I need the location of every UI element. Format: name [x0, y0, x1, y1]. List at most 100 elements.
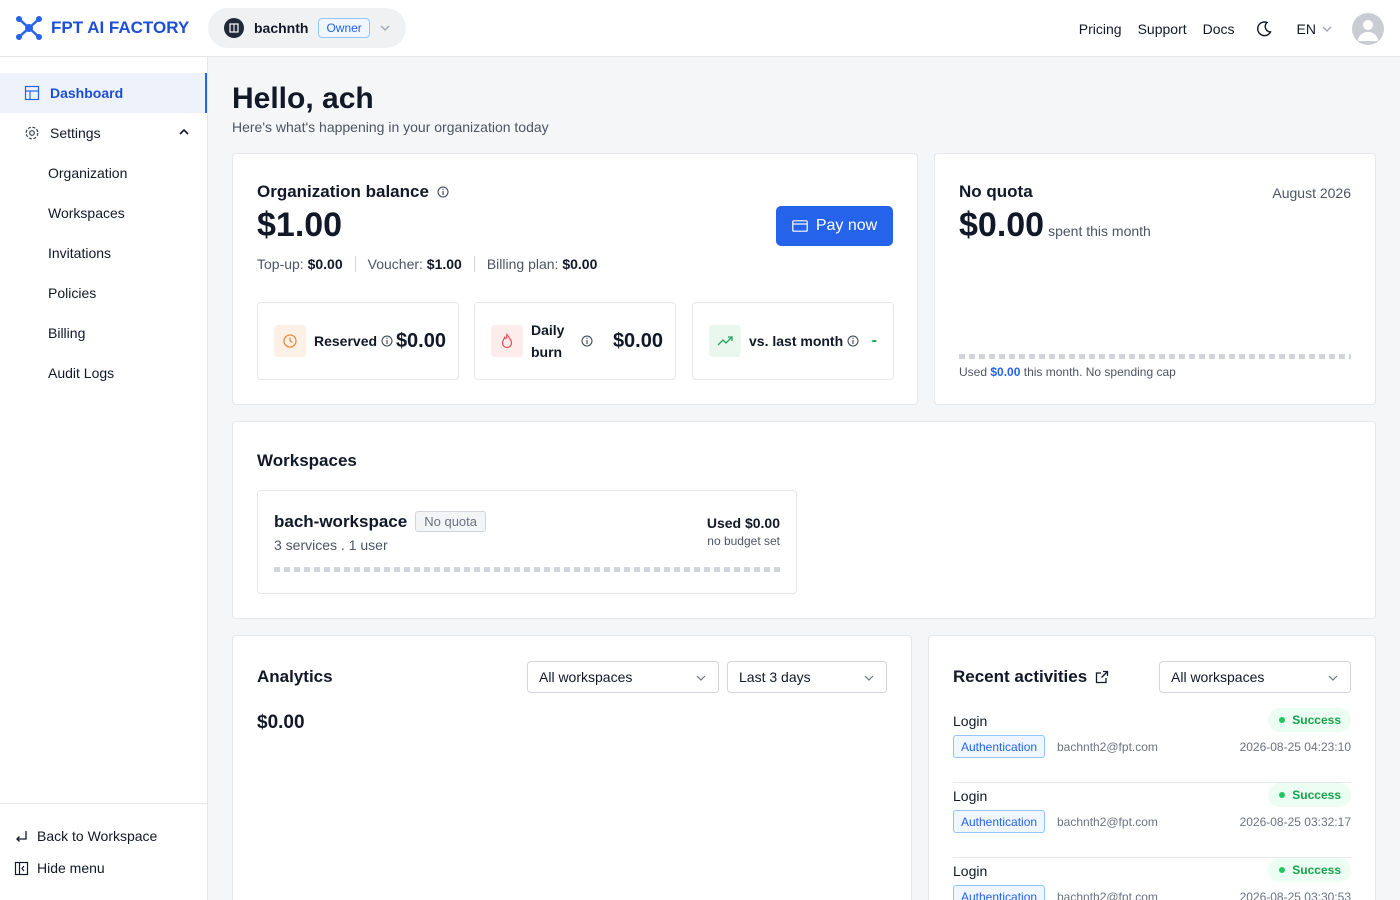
sidebar-item-label: Dashboard — [50, 85, 124, 101]
status-badge: Success — [1268, 783, 1351, 807]
language-label: EN — [1296, 20, 1316, 37]
quota-progress-bar — [959, 354, 1351, 359]
sidebar-item-policies[interactable]: Policies — [0, 273, 207, 313]
balance-breakdown: Top-up: $0.00 Voucher: $1.00 Billing pla… — [257, 256, 597, 272]
info-icon[interactable] — [437, 186, 449, 198]
analytics-workspace-select[interactable]: All workspaces — [527, 661, 719, 693]
reserved-label: Reserved — [314, 333, 378, 349]
category-badge: Authentication — [953, 735, 1046, 758]
workspace-budget: no budget set — [707, 534, 780, 548]
analytics-card: Analytics All workspaces Last 3 days $0.… — [232, 635, 912, 900]
recent-activities-card: Recent activities All workspaces Login S… — [928, 635, 1376, 900]
collapse-sidebar-icon — [14, 861, 29, 875]
chevron-down-icon — [864, 675, 874, 681]
user-silhouette-icon — [1358, 19, 1378, 41]
activity-row[interactable]: Login Success Authentication bachnth2@fp… — [953, 858, 1351, 900]
info-icon[interactable] — [381, 335, 393, 347]
user-avatar[interactable] — [1352, 12, 1384, 45]
activity-time: 2026-08-25 03:32:17 — [1239, 815, 1351, 829]
reserved-tile: Reserved $0.00 — [257, 302, 459, 380]
billing-plan-label: Billing plan: — [486, 256, 559, 272]
gear-icon — [25, 126, 39, 140]
info-icon[interactable] — [847, 335, 859, 347]
sidebar-item-audit-logs[interactable]: Audit Logs — [0, 353, 207, 393]
chevron-down-icon — [380, 25, 390, 31]
activity-title: Login — [953, 713, 988, 729]
sidebar-item-billing[interactable]: Billing — [0, 313, 207, 353]
category-badge: Authentication — [953, 810, 1046, 833]
pay-now-label: Pay now — [815, 217, 878, 234]
docs-link[interactable]: Docs — [1203, 21, 1235, 37]
org-switcher[interactable]: bachnth Owner — [208, 8, 406, 48]
billing-plan-value: $0.00 — [562, 256, 598, 272]
chevron-down-icon — [696, 675, 706, 681]
balance-title: Organization balance — [257, 182, 429, 201]
vs-last-month-label: vs. last month — [749, 333, 844, 349]
sidebar-item-organization[interactable]: Organization — [0, 153, 207, 193]
reserved-value: $0.00 — [395, 329, 446, 352]
hide-menu-label: Hide menu — [37, 860, 105, 876]
info-icon[interactable] — [581, 335, 593, 347]
workspace-name: bach-workspace — [274, 511, 408, 531]
balance-amount: $1.00 — [257, 206, 343, 244]
activity-user: bachnth2@fpt.com — [1057, 890, 1158, 900]
workspace-item[interactable]: bach-workspace No quota 3 services . 1 u… — [257, 490, 797, 594]
activity-row[interactable]: Login Success Authentication bachnth2@fp… — [953, 783, 1351, 858]
quota-amount-caption: spent this month — [1048, 223, 1151, 239]
daily-burn-tile: Daily burn $0.00 — [474, 302, 676, 380]
top-bar: FPT AI FACTORY bachnth Owner Pricing Sup… — [0, 0, 1400, 57]
vs-last-month-tile: vs. last month - — [692, 302, 894, 380]
used-value: $0.00 — [990, 365, 1021, 379]
workspaces-card: Workspaces bach-workspace No quota 3 ser… — [232, 421, 1376, 619]
activity-title: Login — [953, 863, 988, 879]
quota-card: No quota August 2026 $0.00 spent this mo… — [934, 153, 1376, 405]
support-link[interactable]: Support — [1138, 21, 1187, 37]
sidebar-item-settings[interactable]: Settings — [0, 113, 207, 153]
sidebar-item-invitations[interactable]: Invitations — [0, 233, 207, 273]
activity-user: bachnth2@fpt.com — [1057, 740, 1158, 754]
sidebar-footer: Back to Workspace Hide menu — [0, 803, 207, 900]
moon-icon[interactable] — [1255, 20, 1273, 38]
chevron-up-icon — [179, 128, 189, 135]
voucher-label: Voucher: — [367, 256, 423, 272]
sidebar-item-workspaces[interactable]: Workspaces — [0, 193, 207, 233]
topup-value: $0.00 — [307, 256, 343, 272]
page-subtitle: Here's what's happening in your organiza… — [232, 119, 549, 135]
brand-network-icon — [16, 16, 42, 40]
topup-label: Top-up: — [257, 256, 304, 272]
trending-up-icon — [709, 325, 741, 357]
hide-menu-button[interactable]: Hide menu — [14, 860, 105, 876]
analytics-range-select[interactable]: Last 3 days — [727, 661, 887, 693]
sidebar-item-dashboard[interactable]: Dashboard — [0, 73, 207, 113]
organization-balance-card: Organization balance $1.00 Pay now Top-u… — [232, 153, 918, 405]
divider — [354, 256, 356, 272]
quota-usage-text: Used $0.00 this month. No spending cap — [959, 365, 1176, 379]
back-to-workspace-button[interactable]: Back to Workspace — [14, 828, 157, 844]
voucher-value: $1.00 — [426, 256, 462, 272]
chevron-down-icon — [1322, 26, 1332, 32]
sidebar: Dashboard Settings Organization Workspac… — [0, 57, 208, 900]
quota-title: No quota — [959, 182, 1033, 201]
pricing-link[interactable]: Pricing — [1079, 21, 1122, 37]
role-badge: Owner — [318, 18, 370, 38]
flame-icon — [491, 325, 523, 357]
used-suffix: this month. No spending cap — [1023, 365, 1176, 379]
used-prefix: Used — [959, 365, 988, 379]
brand-logo[interactable]: FPT AI FACTORY — [15, 15, 189, 41]
select-value: Last 3 days — [739, 669, 811, 685]
activities-title: Recent activities — [953, 667, 1088, 686]
pay-now-button[interactable]: Pay now — [776, 206, 893, 246]
external-link-icon[interactable] — [1095, 670, 1109, 684]
category-badge: Authentication — [953, 885, 1046, 900]
activities-workspace-select[interactable]: All workspaces — [1159, 661, 1351, 693]
language-select[interactable]: EN — [1297, 21, 1332, 37]
status-badge: Success — [1268, 858, 1351, 882]
activity-title: Login — [953, 788, 988, 804]
analytics-title: Analytics — [257, 667, 333, 686]
workspace-used: Used $0.00 — [706, 515, 780, 531]
status-badge: Success — [1268, 708, 1351, 732]
org-name: bachnth — [254, 20, 309, 36]
quota-period: August 2026 — [1272, 185, 1351, 201]
analytics-total: $0.00 — [257, 712, 305, 733]
activity-row[interactable]: Login Success Authentication bachnth2@fp… — [953, 708, 1351, 783]
